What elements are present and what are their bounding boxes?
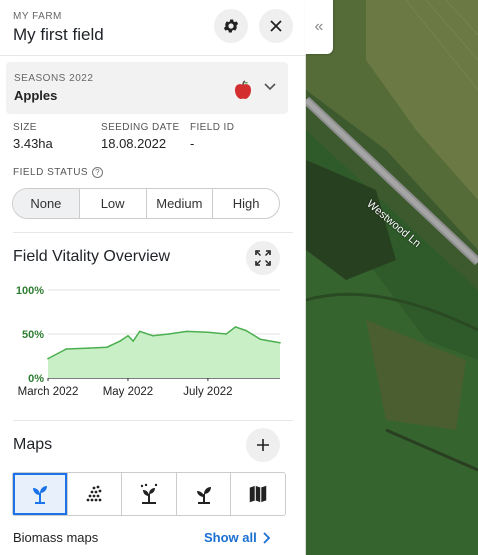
settings-button[interactable] bbox=[214, 9, 248, 43]
vitality-data-point bbox=[65, 348, 68, 350]
info-value: - bbox=[190, 136, 195, 151]
vitality-data-point bbox=[106, 346, 108, 348]
vitality-data-point bbox=[225, 333, 228, 335]
seeding-dots-icon bbox=[86, 485, 102, 502]
vitality-data-point bbox=[138, 330, 141, 333]
sprout-icon bbox=[196, 487, 211, 504]
x-tick-label: March 2022 bbox=[18, 386, 79, 398]
info-field-id: FIELD ID - bbox=[190, 122, 234, 151]
double-chevron-left-icon: « bbox=[314, 18, 324, 35]
vitality-data-point bbox=[132, 340, 134, 342]
field-status-selector: None Low Medium High bbox=[12, 188, 280, 219]
satellite-map[interactable] bbox=[306, 0, 478, 555]
vitality-data-point bbox=[279, 342, 281, 344]
show-all-text: Show all bbox=[204, 530, 257, 545]
vitality-data-point bbox=[245, 329, 247, 332]
y-tick-label: 0% bbox=[28, 373, 44, 385]
vitality-data-point bbox=[186, 330, 188, 333]
status-option-none[interactable]: None bbox=[13, 189, 79, 218]
tab-sprout[interactable] bbox=[175, 473, 231, 515]
field-title: My first field bbox=[13, 25, 104, 44]
map-imagery bbox=[306, 0, 478, 555]
divider bbox=[13, 232, 293, 233]
chevron-down-icon[interactable] bbox=[264, 83, 276, 91]
tab-seeding[interactable] bbox=[66, 473, 122, 515]
info-size: SIZE 3.43ha bbox=[13, 122, 53, 151]
y-tick-label: 50% bbox=[22, 329, 44, 341]
close-icon bbox=[270, 20, 282, 32]
tab-fertilizer[interactable] bbox=[121, 473, 176, 515]
x-tick-label: May 2022 bbox=[103, 386, 154, 398]
fullscreen-icon bbox=[255, 250, 271, 266]
plus-icon bbox=[257, 439, 269, 451]
status-option-medium[interactable]: Medium bbox=[145, 189, 213, 218]
status-option-low[interactable]: Low bbox=[78, 189, 146, 218]
biomass-maps-label: Biomass maps bbox=[13, 530, 99, 545]
vitality-data-point bbox=[87, 347, 90, 349]
help-icon[interactable]: ? bbox=[92, 167, 104, 178]
panel-header: MY FARM My first field bbox=[0, 0, 305, 56]
season-label: SEASONS 2022 bbox=[14, 73, 94, 84]
season-selector[interactable]: SEASONS 2022 Apples bbox=[6, 62, 288, 114]
tab-biomass[interactable] bbox=[13, 473, 67, 515]
add-map-button[interactable] bbox=[246, 428, 280, 462]
fertilizer-plant-icon bbox=[140, 483, 158, 504]
farm-label: MY FARM bbox=[13, 11, 62, 22]
divider bbox=[13, 420, 293, 421]
season-crop: Apples bbox=[14, 88, 58, 103]
vitality-data-point bbox=[207, 331, 209, 334]
field-status-label: FIELD STATUS ? bbox=[13, 167, 104, 178]
close-button[interactable] bbox=[259, 9, 293, 43]
chevron-right-icon bbox=[263, 531, 271, 544]
info-value: 3.43ha bbox=[13, 136, 53, 151]
vitality-data-point bbox=[119, 340, 121, 342]
info-value: 18.08.2022 bbox=[101, 136, 167, 151]
field-info: SIZE 3.43ha SEEDING DATE 18.08.2022 FIEL… bbox=[13, 122, 293, 154]
vitality-data-point bbox=[167, 333, 170, 335]
map-icon bbox=[249, 485, 267, 503]
plant-icon bbox=[32, 486, 47, 504]
field-status-text: FIELD STATUS bbox=[13, 167, 89, 178]
map-type-tabs bbox=[12, 472, 286, 516]
info-key: SIZE bbox=[13, 122, 37, 133]
info-seeding-date: SEEDING DATE 18.08.2022 bbox=[101, 122, 180, 151]
vitality-chart: 0% 50% 100% March 2022 May 2022 July 2022 bbox=[16, 285, 281, 398]
maps-title: Maps bbox=[13, 436, 53, 453]
field-panel: MY FARM My first field SEASONS 2022 Appl… bbox=[0, 0, 306, 555]
collapse-panel-button[interactable]: « bbox=[305, 0, 333, 54]
y-tick-label: 100% bbox=[16, 285, 44, 297]
tab-map[interactable] bbox=[230, 473, 285, 515]
apple-icon bbox=[235, 80, 251, 99]
vitality-data-point bbox=[259, 338, 262, 341]
vitality-title: Field Vitality Overview bbox=[13, 248, 171, 265]
x-tick-label: July 2022 bbox=[183, 386, 232, 398]
vitality-data-point bbox=[152, 334, 154, 337]
vitality-data-point bbox=[47, 357, 49, 360]
vitality-data-point bbox=[234, 326, 237, 328]
info-key: FIELD ID bbox=[190, 122, 235, 133]
show-all-link[interactable]: Show all bbox=[204, 530, 271, 545]
info-key: SEEDING DATE bbox=[101, 122, 180, 133]
gear-icon bbox=[223, 19, 239, 33]
vitality-data-point bbox=[127, 334, 129, 337]
expand-chart-button[interactable] bbox=[246, 241, 280, 275]
status-option-high[interactable]: High bbox=[212, 189, 279, 218]
